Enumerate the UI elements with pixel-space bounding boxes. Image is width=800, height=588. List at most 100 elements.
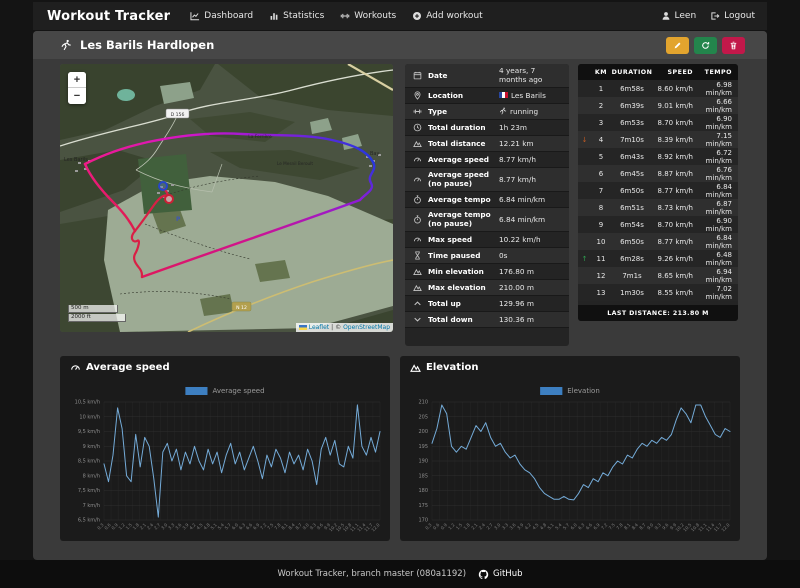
trend-up-icon: ↑ <box>581 254 588 263</box>
nav-workouts[interactable]: Workouts <box>340 11 396 21</box>
route-start-marker[interactable] <box>158 181 168 191</box>
map-zoom-in-button[interactable]: + <box>68 72 86 88</box>
user-menu[interactable]: Leen <box>661 11 697 21</box>
app-brand[interactable]: Workout Tracker <box>47 9 170 24</box>
svg-text:195: 195 <box>418 444 428 450</box>
split-tempo: 6.90 min/km <box>695 114 738 131</box>
svg-text:D 156: D 156 <box>171 112 185 118</box>
svg-text:210: 210 <box>418 400 428 406</box>
detail-label: Min elevation <box>428 266 484 276</box>
split-tempo: 7.15 min/km <box>695 131 738 148</box>
map-canvas: Les Barils Bay La Ferrière Le Mesnil Ber… <box>60 64 393 332</box>
edit-button[interactable] <box>666 36 689 54</box>
footer: Workout Tracker, branch master (080a1192… <box>0 560 800 588</box>
svg-text:190: 190 <box>418 459 428 465</box>
split-speed: 8.65 km/h <box>653 267 695 284</box>
svg-text:8.4: 8.4 <box>631 522 640 531</box>
detail-value: 8.77 km/h <box>499 154 536 164</box>
split-row: 6 6m45s 8.87 km/h 6.76 min/km <box>578 165 738 182</box>
split-row: 10 6m50s 8.77 km/h 6.84 min/km <box>578 233 738 250</box>
detail-value: 129.96 m <box>499 298 534 308</box>
svg-text:6.6: 6.6 <box>585 522 594 531</box>
elevation-legend[interactable]: Elevation <box>540 387 600 395</box>
delete-button[interactable] <box>722 36 745 54</box>
detail-label: Type <box>428 106 448 116</box>
dumbbell-icon <box>413 107 428 116</box>
trend-down-icon: ↓ <box>581 135 588 144</box>
detail-row: Time paused 0s <box>405 247 569 264</box>
nav-statistics[interactable]: Statistics <box>269 11 324 21</box>
detail-label: Location <box>428 90 464 100</box>
nav-right: Leen Logout <box>661 11 755 21</box>
mountain-icon <box>413 267 428 276</box>
svg-text:N 12: N 12 <box>236 305 247 311</box>
detail-row: Min elevation 176.80 m <box>405 263 569 280</box>
split-duration: 7m10s <box>611 131 653 148</box>
splits-column-header: TEMPO <box>695 64 738 80</box>
svg-text:4.5: 4.5 <box>531 522 540 531</box>
detail-value: 8.77 km/h <box>499 174 536 184</box>
nav-add-workout[interactable]: Add workout <box>412 11 483 21</box>
detail-row: Max speed 10.22 km/h <box>405 231 569 248</box>
split-tempo: 6.84 min/km <box>695 233 738 250</box>
split-tempo: 6.72 min/km <box>695 148 738 165</box>
split-duration: 6m54s <box>611 216 653 233</box>
svg-text:6.9: 6.9 <box>592 522 601 531</box>
route-end-marker[interactable] <box>164 194 174 204</box>
split-km: 2 <box>591 97 611 114</box>
gauge-icon <box>413 155 428 164</box>
location-icon <box>413 91 428 100</box>
refresh-button[interactable] <box>694 36 717 54</box>
detail-row: Average tempo 6.84 min/km <box>405 191 569 208</box>
split-tempo: 6.66 min/km <box>695 97 738 114</box>
map-scale: 500 m 2000 ft <box>68 304 126 322</box>
mountain-icon <box>410 364 421 372</box>
page-header: Les Barils Hardlopen <box>33 31 767 59</box>
svg-text:8 km/h: 8 km/h <box>83 473 100 479</box>
logout-link[interactable]: Logout <box>710 11 755 21</box>
elevation-chart-card: Elevation Elevation 0.3 0.6 0.9 1.2 1.5 1.8 2.… <box>400 356 740 541</box>
detail-row: Total distance 12.21 km <box>405 135 569 152</box>
split-duration: 6m39s <box>611 97 653 114</box>
split-speed: 8.77 km/h <box>653 182 695 199</box>
split-row: 8 6m51s 8.73 km/h 6.87 min/km <box>578 199 738 216</box>
split-speed: 8.39 km/h <box>653 131 695 148</box>
svg-text:7.8: 7.8 <box>615 522 624 531</box>
trash-icon <box>730 41 737 49</box>
svg-text:3.0: 3.0 <box>493 522 502 531</box>
svg-text:4.2: 4.2 <box>524 522 533 531</box>
france-flag-icon <box>499 92 508 99</box>
svg-text:2.1: 2.1 <box>470 522 479 531</box>
map-label-le-mesnil: Le Mesnil Beroult <box>277 161 313 166</box>
split-km: 4 <box>591 131 611 148</box>
split-duration: 6m28s <box>611 250 653 267</box>
split-duration: 6m58s <box>611 80 653 97</box>
split-duration: 6m51s <box>611 199 653 216</box>
legend-swatch <box>185 387 208 395</box>
leaflet-link[interactable]: Leaflet <box>309 324 329 331</box>
runner-icon <box>499 107 507 115</box>
detail-row: Max elevation 210.00 m <box>405 279 569 296</box>
splits-column-header: KM <box>591 64 611 80</box>
detail-row: Average speed (no pause) 8.77 km/h <box>405 167 569 192</box>
nav-dashboard[interactable]: Dashboard <box>190 11 253 21</box>
stopwatch-icon <box>413 195 428 204</box>
detail-row: Total duration 1h 23m <box>405 119 569 136</box>
split-speed: 8.92 km/h <box>653 148 695 165</box>
calendar-icon <box>413 71 428 80</box>
hourglass-icon <box>413 251 428 260</box>
average-speed-legend[interactable]: Average speed <box>185 387 265 395</box>
split-duration: 7m1s <box>611 267 653 284</box>
map[interactable]: Les Barils Bay La Ferrière Le Mesnil Ber… <box>60 64 393 332</box>
average-speed-chart-card: Average speed Average speed 0.3 0.6 0.9 1.2… <box>60 356 390 541</box>
user-name: Leen <box>674 11 697 21</box>
split-tempo: 6.48 min/km <box>695 250 738 267</box>
user-icon <box>661 11 671 21</box>
svg-text:0.6: 0.6 <box>432 522 441 531</box>
github-link[interactable]: GitHub <box>493 569 522 579</box>
clock-icon <box>413 123 428 132</box>
osm-link[interactable]: OpenStreetMap <box>343 324 390 331</box>
map-zoom-out-button[interactable]: − <box>68 88 86 104</box>
svg-text:0.9: 0.9 <box>440 522 449 531</box>
split-tempo: 6.76 min/km <box>695 165 738 182</box>
